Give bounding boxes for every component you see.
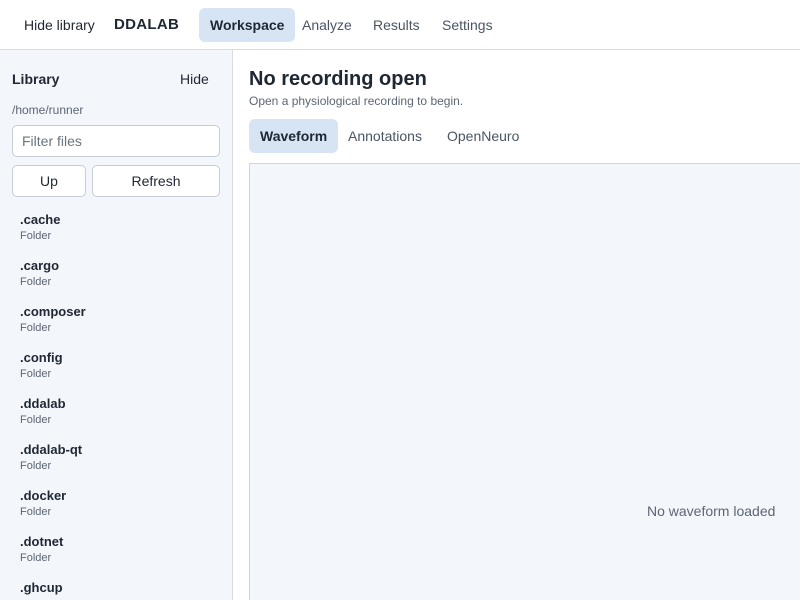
tab-openneuro[interactable]: OpenNeuro [436,119,530,153]
file-type: Folder [20,322,52,334]
library-title: Library [12,71,60,87]
file-type: Folder [20,368,52,380]
tab-waveform[interactable]: Waveform [249,119,339,153]
filter-files-input[interactable] [12,125,220,157]
up-button[interactable]: Up [12,165,86,197]
file-type: Folder [20,506,52,518]
waveform-panel: No waveform loaded [249,163,800,600]
page-subtitle: Open a physiological recording to begin. [249,94,464,108]
list-item[interactable]: .composer Folder [0,299,232,345]
library-sidebar: Library Hide /home/runner Up Refresh .ca… [0,50,233,600]
file-name: .cache [20,212,61,227]
tab-annotations[interactable]: Annotations [337,119,433,153]
list-item[interactable]: .cargo Folder [0,253,232,299]
top-bar: Hide library DDALAB Workspace Analyze Re… [0,0,800,50]
list-item[interactable]: .ghcup [0,575,232,600]
tab-workspace[interactable]: Workspace [199,8,296,42]
list-item[interactable]: .ddalab Folder [0,391,232,437]
tab-analyze[interactable]: Analyze [291,8,363,42]
file-list: .cache Folder .cargo Folder .composer Fo… [0,207,232,600]
app-brand: DDALAB [114,16,180,33]
tab-settings[interactable]: Settings [431,8,504,42]
refresh-button[interactable]: Refresh [92,165,220,197]
file-name: .dotnet [20,534,64,549]
file-type: Folder [20,276,52,288]
empty-state-message: No waveform loaded [647,503,776,519]
file-name: .config [20,350,63,365]
file-name: .composer [20,304,86,319]
current-path: /home/runner [12,103,84,117]
hide-button[interactable]: Hide [180,71,209,87]
list-item[interactable]: .ddalab-qt Folder [0,437,232,483]
file-type: Folder [20,414,52,426]
file-type: Folder [20,230,52,242]
file-name: .ghcup [20,580,63,595]
page-title: No recording open [249,68,427,90]
list-item[interactable]: .docker Folder [0,483,232,529]
file-name: .docker [20,488,67,503]
list-item[interactable]: .dotnet Folder [0,529,232,575]
list-item[interactable]: .cache Folder [0,207,232,253]
main-content: No recording open Open a physiological r… [233,50,800,600]
file-type: Folder [20,460,52,472]
file-name: .ddalab [20,396,66,411]
file-name: .cargo [20,258,60,273]
list-item[interactable]: .config Folder [0,345,232,391]
tab-results[interactable]: Results [362,8,431,42]
hide-library-button[interactable]: Hide library [24,17,95,33]
file-name: .ddalab-qt [20,442,83,457]
file-type: Folder [20,552,52,564]
